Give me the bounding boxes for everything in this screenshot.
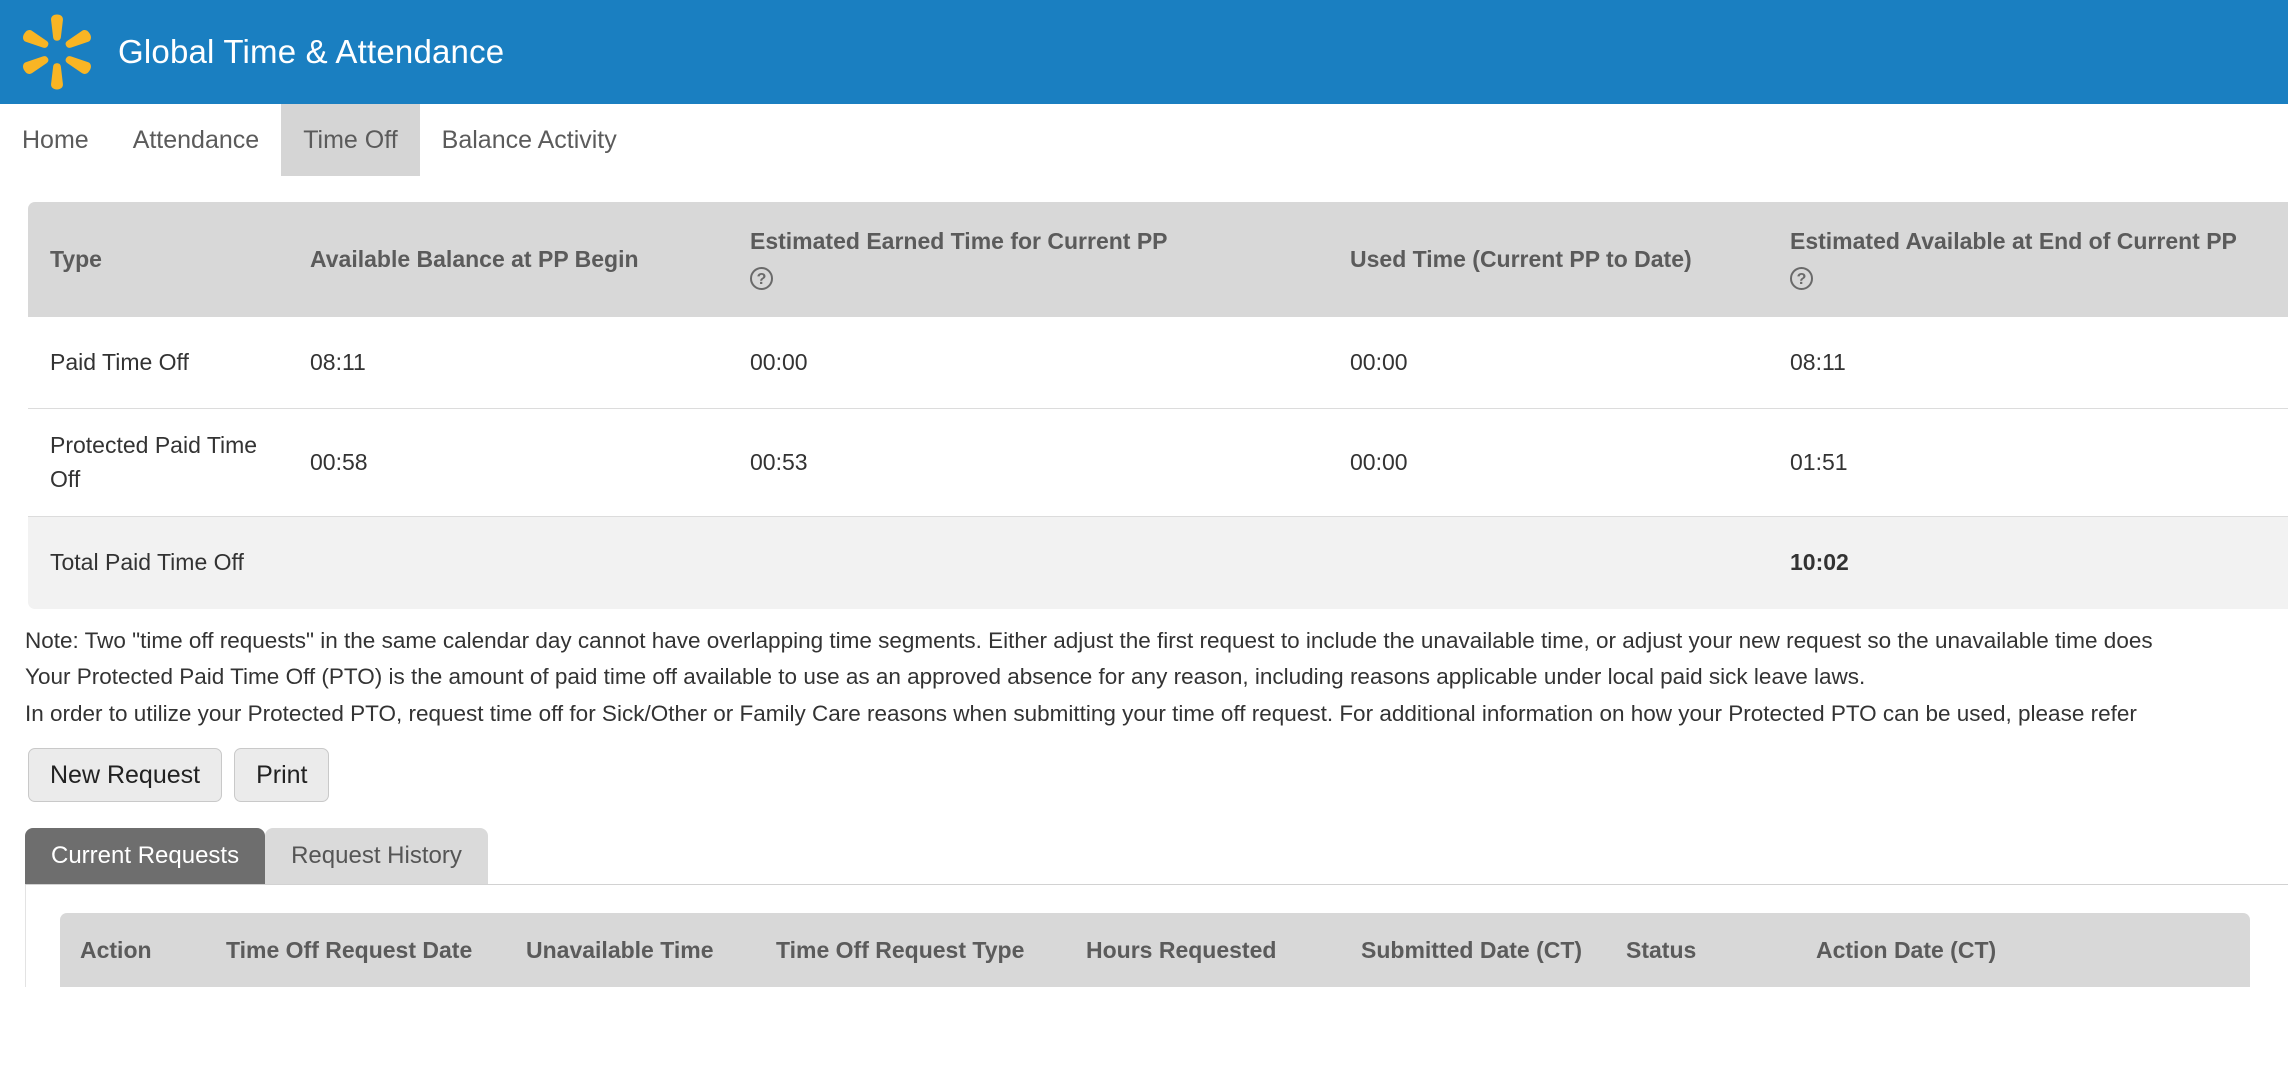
column-header-type: Type <box>28 202 288 317</box>
nav-item-time-off[interactable]: Time Off <box>281 104 419 176</box>
tab-current-requests[interactable]: Current Requests <box>25 828 265 884</box>
note-protected-pto-usage: In order to utilize your Protected PTO, … <box>25 696 2288 732</box>
print-button[interactable]: Print <box>234 748 329 802</box>
requests-tab-bar: Current Requests Request History <box>25 828 2288 884</box>
cell-available-balance: 08:11 <box>288 317 728 409</box>
balance-table-header-row: Type Available Balance at PP Begin Estim… <box>28 202 2288 317</box>
tab-request-history[interactable]: Request History <box>265 828 488 884</box>
nav-item-balance-activity[interactable]: Balance Activity <box>420 104 639 176</box>
cell-total-estimated-earned <box>728 517 1328 609</box>
app-title: Global Time & Attendance <box>118 33 504 71</box>
tab-label: Current Requests <box>51 842 239 869</box>
nav-item-label: Attendance <box>133 126 260 155</box>
table-row: Paid Time Off 08:11 00:00 00:00 08:11 00… <box>28 317 2288 409</box>
column-header-time-off-request-date: Time Off Request Date <box>210 913 510 987</box>
table-row: Protected Paid Time Off 00:58 00:53 00:0… <box>28 409 2288 517</box>
app-header: Global Time & Attendance <box>0 0 2288 104</box>
column-header-estimated-earned: Estimated Earned Time for Current PP ? <box>728 202 1328 317</box>
cell-estimated-earned: 00:00 <box>728 317 1328 409</box>
column-header-action-date: Action Date (CT) <box>1800 913 2250 987</box>
column-header-submitted-date: Submitted Date (CT) <box>1345 913 1610 987</box>
cell-type: Paid Time Off <box>28 317 288 409</box>
column-header-label: Available Balance at PP Begin <box>310 246 639 272</box>
cell-total-estimated-available: 10:02 <box>1768 517 2288 609</box>
column-header-label: Used Time (Current PP to Date) <box>1350 246 1692 272</box>
help-icon[interactable]: ? <box>750 267 773 290</box>
requests-table: Action Time Off Request Date Unavailable… <box>60 913 2250 987</box>
note-protected-pto-definition: Your Protected Paid Time Off (PTO) is th… <box>25 659 2288 695</box>
nav-item-home[interactable]: Home <box>0 104 111 176</box>
column-header-label: Estimated Earned Time for Current PP <box>750 228 1168 254</box>
cell-estimated-available: 08:11 <box>1768 317 2288 409</box>
balance-table-container: Type Available Balance at PP Begin Estim… <box>28 202 2288 609</box>
tab-label: Request History <box>291 842 462 869</box>
nav-item-label: Time Off <box>303 126 397 155</box>
column-header-unavailable-time: Unavailable Time <box>510 913 760 987</box>
cell-total-label: Total Paid Time Off <box>28 517 288 609</box>
nav-item-label: Balance Activity <box>442 126 617 155</box>
balance-table: Type Available Balance at PP Begin Estim… <box>28 202 2288 609</box>
column-header-estimated-available: Estimated Available at End of Current PP… <box>1768 202 2288 317</box>
column-header-used-time: Used Time (Current PP to Date) <box>1328 202 1768 317</box>
requests-table-container: Action Time Off Request Date Unavailable… <box>25 885 2288 987</box>
cell-estimated-available: 01:51 <box>1768 409 2288 517</box>
cell-used-time: 00:00 <box>1328 409 1768 517</box>
note-overlap-segments: Note: Two "time off requests" in the sam… <box>25 623 2288 659</box>
column-header-hours-requested: Hours Requested <box>1070 913 1345 987</box>
column-header-label: Estimated Available at End of Current PP <box>1790 228 2237 254</box>
cell-type: Protected Paid Time Off <box>28 409 288 517</box>
cell-estimated-earned: 00:53 <box>728 409 1328 517</box>
nav-item-label: Home <box>22 126 89 155</box>
new-request-button[interactable]: New Request <box>28 748 222 802</box>
action-button-row: New Request Print <box>28 748 2288 802</box>
column-header-action: Action <box>60 913 210 987</box>
requests-table-header-row: Action Time Off Request Date Unavailable… <box>60 913 2250 987</box>
walmart-spark-logo <box>18 13 96 91</box>
table-row-total: Total Paid Time Off 10:02 <box>28 517 2288 609</box>
main-navigation: Home Attendance Time Off Balance Activit… <box>0 104 2288 177</box>
column-header-time-off-request-type: Time Off Request Type <box>760 913 1070 987</box>
cell-available-balance: 00:58 <box>288 409 728 517</box>
cell-total-used-time <box>1328 517 1768 609</box>
notes-section: Note: Two "time off requests" in the sam… <box>25 623 2288 732</box>
cell-total-available-balance <box>288 517 728 609</box>
column-header-label: Type <box>50 246 102 272</box>
column-header-status: Status <box>1610 913 1800 987</box>
column-header-available-balance: Available Balance at PP Begin <box>288 202 728 317</box>
cell-used-time: 00:00 <box>1328 317 1768 409</box>
nav-item-attendance[interactable]: Attendance <box>111 104 282 176</box>
help-icon[interactable]: ? <box>1790 267 1813 290</box>
